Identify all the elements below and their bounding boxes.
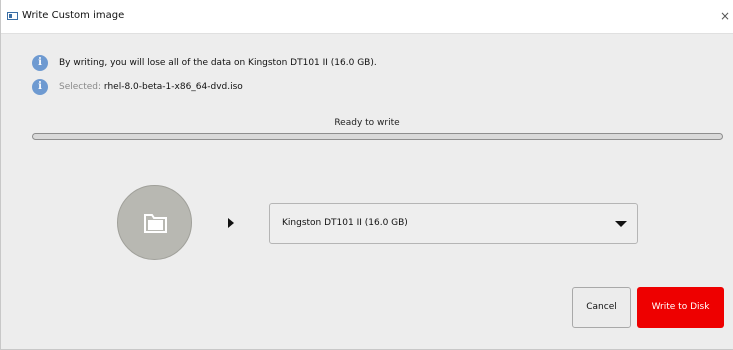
chevron-down-icon xyxy=(615,221,627,227)
app-window-icon xyxy=(7,12,18,20)
selected-file-message: i Selected: rhel-8.0-beta-1-x86_64-dvd.i… xyxy=(32,78,243,96)
target-drive-select[interactable]: Kingston DT101 II (16.0 GB) xyxy=(269,203,638,244)
info-icon: i xyxy=(32,79,48,95)
close-icon[interactable]: × xyxy=(718,8,732,24)
warning-message: i By writing, you will lose all of the d… xyxy=(32,54,377,72)
selected-label: Selected: xyxy=(59,82,102,92)
title-bar: Write Custom image × xyxy=(1,0,733,34)
cancel-button[interactable]: Cancel xyxy=(572,287,631,328)
info-icon: i xyxy=(32,55,48,71)
write-to-disk-button[interactable]: Write to Disk xyxy=(637,287,724,328)
warning-text: By writing, you will lose all of the dat… xyxy=(59,58,377,68)
folder-icon xyxy=(144,214,167,233)
status-label: Ready to write xyxy=(334,118,400,128)
source-image-button[interactable] xyxy=(117,185,192,260)
write-image-dialog: Write Custom image × i By writing, you w… xyxy=(0,0,733,350)
selected-filename: rhel-8.0-beta-1-x86_64-dvd.iso xyxy=(103,82,243,92)
arrow-right-icon xyxy=(228,218,234,228)
write-progress-bar xyxy=(32,133,723,140)
selected-file-text: Selected: rhel-8.0-beta-1-x86_64-dvd.iso xyxy=(59,82,243,92)
window-title: Write Custom image xyxy=(22,10,125,21)
target-drive-value: Kingston DT101 II (16.0 GB) xyxy=(282,218,408,228)
